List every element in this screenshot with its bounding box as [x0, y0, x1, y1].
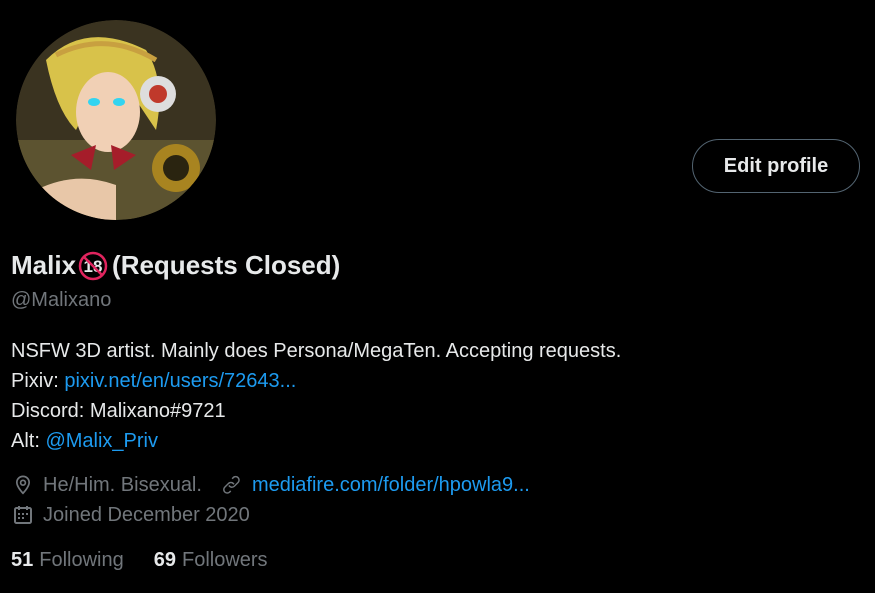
website-link[interactable]: mediafire.com/folder/hpowla9...: [252, 474, 530, 497]
bio-line: NSFW 3D artist. Mainly does Persona/Mega…: [11, 340, 622, 362]
edit-profile-button[interactable]: Edit profile: [692, 139, 860, 193]
location-text: He/Him. Bisexual.: [43, 473, 202, 496]
display-name: Malix 18 (Requests Closed): [11, 250, 340, 281]
avatar[interactable]: [12, 16, 220, 224]
profile-meta-row: He/Him. Bisexual. mediafire.com/folder/h…: [11, 473, 530, 497]
display-name-suffix: (Requests Closed): [112, 250, 341, 280]
alt-account-link[interactable]: @Malix_Priv: [45, 430, 158, 452]
following-count: 51: [11, 549, 34, 571]
pixiv-link[interactable]: pixiv.net/en/users/72643...: [64, 370, 296, 392]
pixiv-label: Pixiv:: [11, 370, 65, 392]
link-icon: [220, 473, 244, 497]
no-under-18-icon: 18: [78, 251, 108, 280]
calendar-icon: [11, 503, 35, 527]
joined-row: Joined December 2020: [11, 503, 250, 527]
bio-discord-line: Discord: Malixano#9721: [11, 400, 226, 422]
joined-date: Joined December 2020: [43, 503, 250, 526]
bio: NSFW 3D artist. Mainly does Persona/Mega…: [11, 336, 621, 456]
followers-label: Followers: [181, 549, 268, 571]
following-link[interactable]: 51 Following: [11, 549, 124, 572]
bio-pixiv-line: Pixiv: pixiv.net/en/users/72643...: [11, 366, 621, 396]
bio-alt-line: Alt: @Malix_Priv: [11, 426, 621, 456]
location-pin-icon: [11, 473, 35, 497]
follow-stats: 51 Following 69 Followers: [11, 549, 298, 572]
followers-count: 69: [153, 549, 176, 571]
alt-label: Alt:: [11, 430, 46, 452]
avatar-image: [16, 20, 216, 220]
following-label: Following: [39, 549, 124, 571]
display-name-text: Malix: [11, 250, 77, 280]
followers-link[interactable]: 69 Followers: [154, 549, 268, 572]
user-handle: @Malixano: [11, 289, 112, 311]
